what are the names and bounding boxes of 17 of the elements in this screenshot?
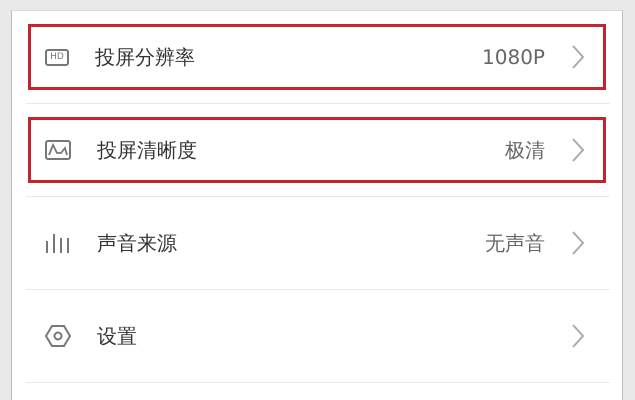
chevron-icon [571, 44, 585, 70]
item-label: 投屏清晰度 [97, 136, 198, 164]
image-icon [45, 140, 71, 160]
hd-icon: HD [45, 48, 69, 66]
item-label: 投屏分辨率 [95, 44, 196, 70]
equalizer-icon [45, 232, 71, 254]
settings-item[interactable]: 投屏清晰度 极清 [28, 117, 606, 183]
item-value: 1080P [482, 45, 545, 69]
chevron-icon [571, 137, 585, 163]
item-value: 无声音 [485, 230, 545, 256]
chevron-icon [571, 230, 585, 256]
settings-icon [45, 324, 71, 348]
item-label: 声音来源 [97, 230, 178, 256]
chevron-icon [571, 323, 585, 349]
item-value: 极清 [505, 136, 545, 164]
item-label: 设置 [97, 322, 138, 350]
settings-item[interactable]: HD 投屏分辨率 1080P [28, 24, 606, 90]
